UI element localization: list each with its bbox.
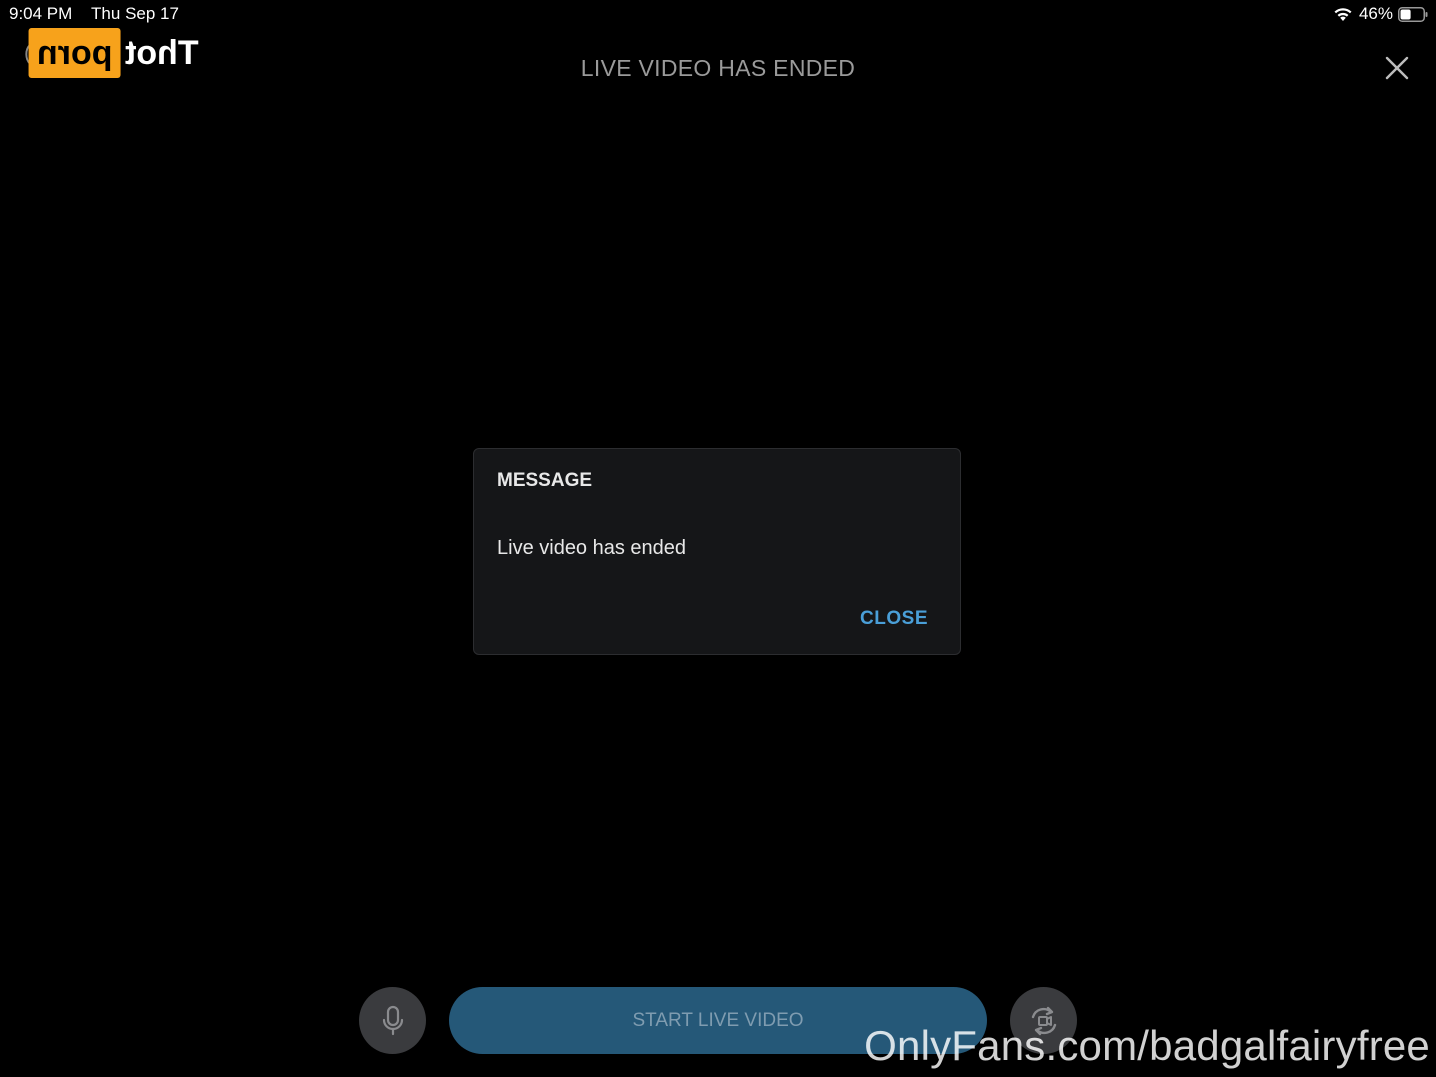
microphone-button[interactable] xyxy=(359,987,426,1054)
page-title: LIVE VIDEO HAS ENDED xyxy=(580,55,856,81)
message-dialog: MESSAGE Live video has ended CLOSE xyxy=(473,448,961,655)
screen: 9:04 PM Thu Sep 17 46% ( porn Thot LIVE … xyxy=(0,0,1436,1077)
battery-percent: 46% xyxy=(1358,4,1393,23)
status-bar-left: 9:04 PM Thu Sep 17 xyxy=(9,4,179,24)
status-bar-right: 46% xyxy=(1333,4,1428,24)
microphone-icon xyxy=(382,1005,403,1035)
wifi-icon xyxy=(1334,8,1352,21)
status-date: Thu Sep 17 xyxy=(91,4,179,23)
dialog-close-button[interactable]: CLOSE xyxy=(860,608,928,630)
status-time: 9:04 PM xyxy=(9,4,73,23)
close-icon[interactable] xyxy=(1384,55,1410,81)
battery-icon xyxy=(1398,6,1428,22)
dialog-title: MESSAGE xyxy=(497,470,593,491)
dialog-message: Live video has ended xyxy=(497,537,687,559)
onlyfans-watermark: OnlyFans.com/badgalfairyfree xyxy=(864,1022,1430,1069)
start-live-video-label: START LIVE VIDEO xyxy=(632,1009,804,1031)
